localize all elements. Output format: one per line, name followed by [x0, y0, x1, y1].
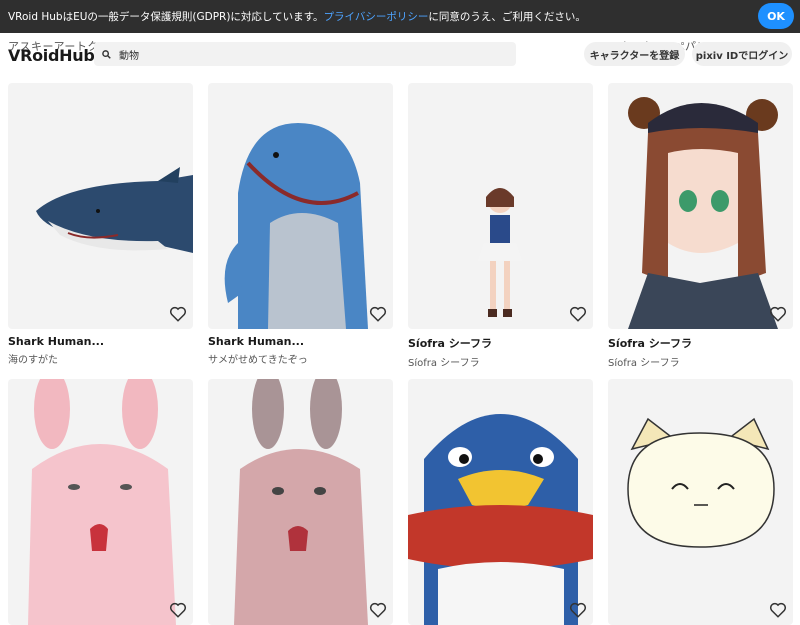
cat-face-image	[627, 417, 775, 548]
character-thumbnail[interactable]	[208, 379, 393, 625]
character-title[interactable]: Síofra シーフラ	[408, 335, 594, 351]
search-icon	[102, 49, 111, 59]
character-title[interactable]: Síofra シーフラ	[608, 335, 794, 351]
search-input[interactable]	[119, 48, 499, 60]
character-thumbnail[interactable]	[208, 83, 393, 329]
heart-icon[interactable]	[769, 305, 787, 323]
character-card[interactable]	[408, 379, 594, 625]
character-title[interactable]: Shark Human...	[8, 335, 194, 348]
pixiv-login-button[interactable]: pixiv IDでログイン	[692, 42, 792, 66]
character-thumbnail[interactable]	[408, 83, 593, 329]
realistic-rabbit-image	[234, 379, 368, 625]
register-character-button[interactable]: キャラクターを登録	[584, 42, 685, 66]
character-card[interactable]: Shark Human... 海のすがた	[8, 83, 194, 366]
heart-icon[interactable]	[369, 305, 387, 323]
privacy-policy-link[interactable]: プライバシーポリシー	[324, 9, 429, 24]
character-author[interactable]: Síofra シーフラ	[408, 354, 594, 369]
siofra-portrait-image	[628, 97, 778, 329]
cookie-text-before: VRoid HubはEUの一般データ保護規則(GDPR)に対応しています。	[8, 11, 324, 23]
character-thumbnail[interactable]	[8, 379, 193, 625]
heart-icon[interactable]	[569, 601, 587, 619]
character-thumbnail[interactable]	[608, 379, 793, 625]
heart-icon[interactable]	[769, 601, 787, 619]
penguin-image	[408, 414, 593, 625]
character-card[interactable]: Síofra シーフラ Síofra シーフラ	[408, 83, 594, 369]
site-logo[interactable]: VRoidHub	[8, 46, 95, 65]
cookie-text-after: に同意のうえ、ご利用ください。	[428, 11, 586, 23]
character-title[interactable]: Shark Human...	[208, 335, 394, 348]
cookie-consent-bar: VRoid HubはEUの一般データ保護規則(GDPR)に対応しています。 プラ…	[0, 0, 800, 33]
character-author[interactable]: サメがせめてきたぞっ	[208, 351, 394, 366]
heart-icon[interactable]	[369, 601, 387, 619]
heart-icon[interactable]	[169, 305, 187, 323]
siofra-fullbody-image	[478, 188, 522, 317]
character-card[interactable]: Síofra シーフラ Síofra シーフラ	[608, 83, 794, 369]
search-bar[interactable]	[94, 42, 516, 66]
character-thumbnail[interactable]	[8, 83, 193, 329]
pink-rabbit-image	[28, 379, 176, 625]
character-author[interactable]: 海のすがた	[8, 351, 194, 366]
character-card[interactable]	[208, 379, 394, 625]
character-thumbnail[interactable]	[408, 379, 593, 625]
character-thumbnail[interactable]	[608, 83, 793, 329]
shark-character-image	[36, 167, 193, 253]
character-card[interactable]: Shark Human... サメがせめてきたぞっ	[208, 83, 394, 366]
heart-icon[interactable]	[569, 305, 587, 323]
heart-icon[interactable]	[169, 601, 187, 619]
cookie-ok-button[interactable]: OK	[758, 3, 794, 29]
character-card[interactable]	[608, 379, 794, 625]
shark-suit-character-image	[224, 123, 368, 329]
character-card[interactable]	[8, 379, 194, 625]
character-author[interactable]: Síofra シーフラ	[608, 354, 794, 369]
